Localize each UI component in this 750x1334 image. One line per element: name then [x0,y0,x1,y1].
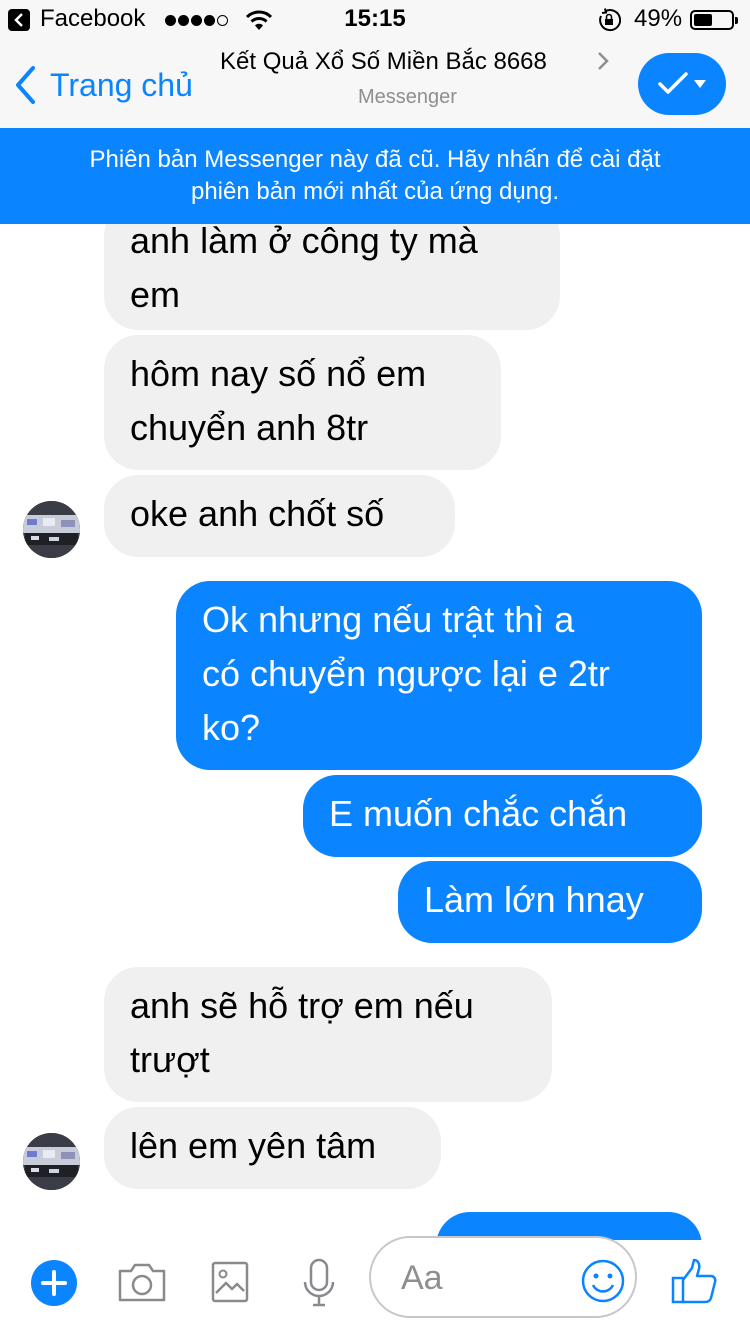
plus-icon [41,1270,67,1296]
conversation-title[interactable]: Kết Quả Xổ Số Miền Bắc 8668 [220,48,547,76]
message-line: hôm nay số nổ em [130,353,427,394]
voice-button[interactable] [302,1258,336,1313]
battery-icon [690,10,738,30]
camera-button[interactable] [117,1261,167,1308]
contact-avatar[interactable] [23,501,80,558]
checkmark-dropdown-icon [658,72,706,94]
emoji-button[interactable] [580,1258,626,1309]
emoji-icon [581,1259,625,1303]
message-bubble-received[interactable]: hôm nay số nổ em chuyển anh 8tr [104,335,501,470]
chevron-right-icon[interactable] [596,50,610,72]
image-icon [211,1261,249,1303]
update-banner-line-1: Phiên bản Messenger này đã cũ. Hãy nhấn … [89,146,661,173]
message-line: anh sẽ hỗ trợ em nếu [130,985,474,1026]
message-bubble-sent[interactable]: Ok nhưng nếu trật thì a có chuyển ngược … [176,581,702,770]
back-button[interactable]: Trang chủ [14,60,193,110]
message-bubble-sent[interactable]: Làm lớn hnay [398,861,702,943]
plus-button[interactable] [31,1260,77,1306]
conversation-action-button[interactable] [638,53,726,115]
message-line: chuyển anh 8tr [130,407,369,448]
message-bubble-received[interactable]: anh sẽ hỗ trợ em nếu trượt [104,967,552,1102]
message-line: có chuyển ngược lại e 2tr [202,653,610,694]
message-bubble-received[interactable]: lên em yên tâm [104,1107,441,1189]
battery-percentage: 49% [634,5,683,32]
message-input[interactable] [399,1250,573,1306]
navigation-bar: Trang chủ Kết Quả Xổ Số Miền Bắc 8668 Me… [0,40,750,129]
like-button[interactable] [670,1257,718,1310]
message-line: oke anh chốt số [130,493,385,534]
conversation-subtitle: Messenger [358,86,457,108]
message-list[interactable]: anh làm ở công ty mà em hôm nay số nổ em… [0,224,750,1240]
message-line: anh làm ở công ty mà [130,224,478,261]
message-line: em [130,274,181,315]
update-banner-line-2: phiên bản mới nhất của ứng dụng. [190,178,560,205]
message-line: E muốn chắc chắn [329,793,628,834]
back-button-label: Trang chủ [50,66,193,103]
message-line: lên em yên tâm [130,1125,377,1166]
message-line: trượt [130,1039,210,1080]
message-bubble-received[interactable]: oke anh chốt số [104,475,455,557]
contact-avatar[interactable] [23,1133,80,1190]
camera-icon [118,1263,166,1302]
thumbs-up-icon [671,1258,717,1304]
status-bar: Facebook 15:15 49% [0,0,750,40]
gallery-button[interactable] [211,1261,249,1308]
update-banner[interactable]: Phiên bản Messenger này đã cũ. Hãy nhấn … [0,128,750,224]
rotation-lock-icon [597,8,622,37]
message-line: ko? [202,707,261,748]
microphone-icon [303,1258,335,1307]
message-line: Làm lớn hnay [424,879,644,920]
message-bubble-sent[interactable]: E muốn chắc chắn [303,775,702,857]
message-bubble-received[interactable]: anh làm ở công ty mà em [104,224,560,330]
message-line: Ok nhưng nếu trật thì a [202,599,575,640]
chevron-left-icon [16,66,35,104]
